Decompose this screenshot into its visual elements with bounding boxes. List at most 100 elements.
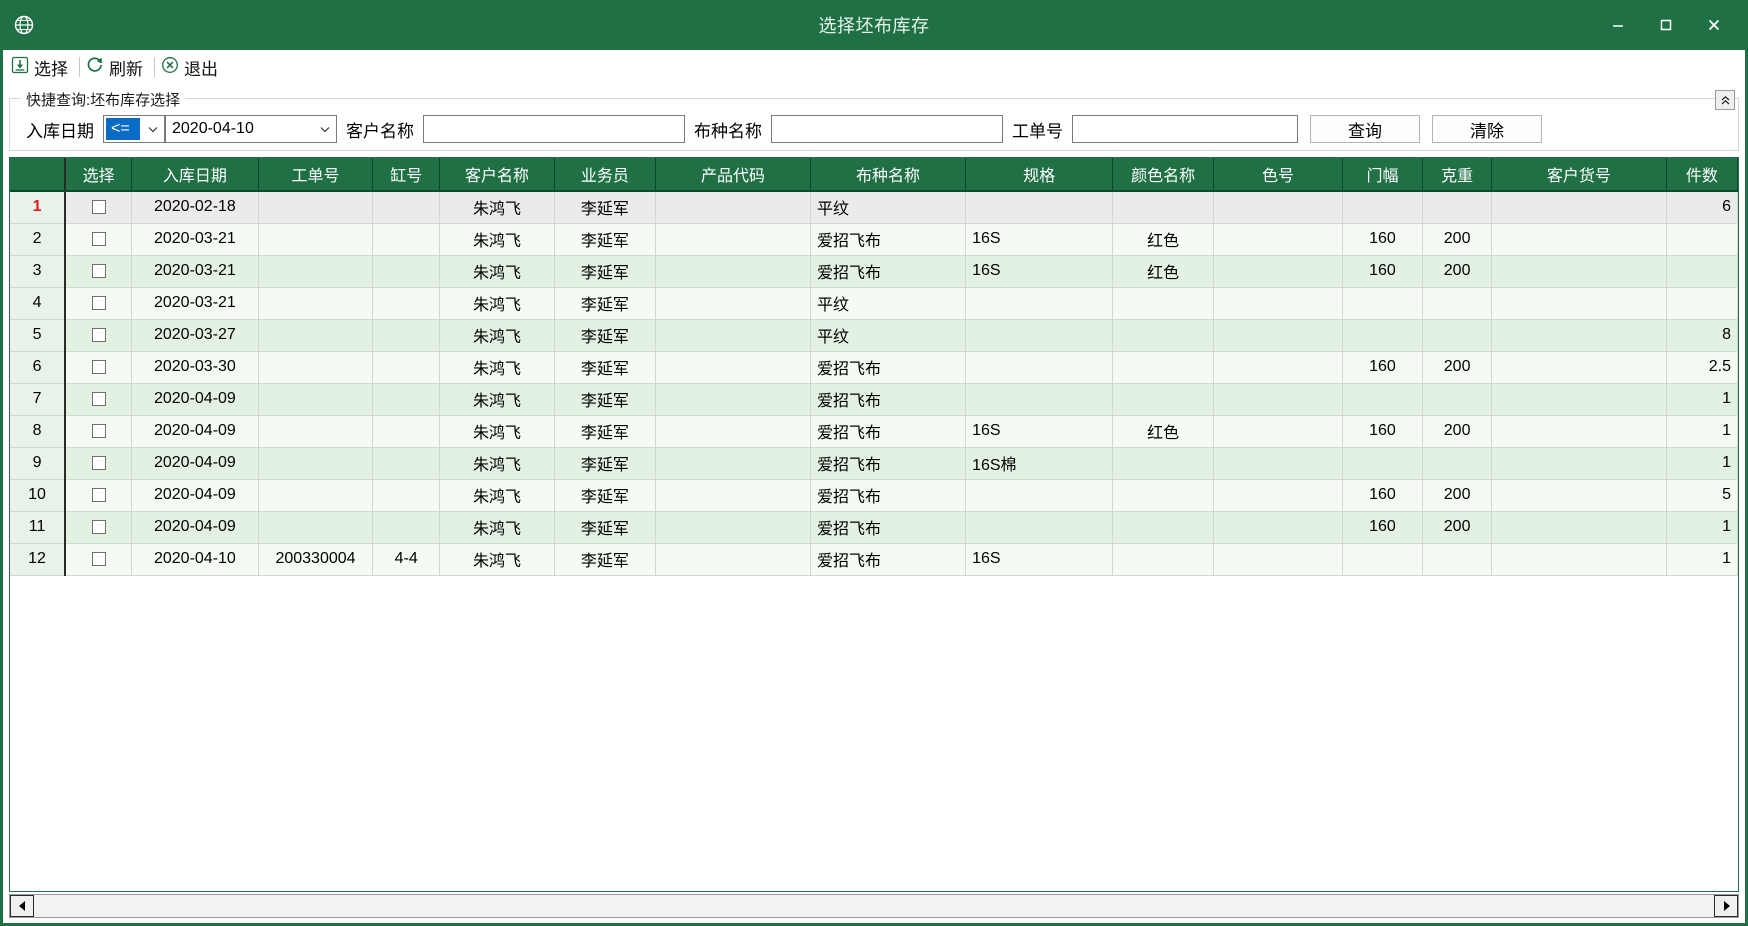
order-number-input[interactable]	[1072, 115, 1298, 143]
row-number-cell[interactable]: 12	[10, 543, 67, 576]
select-checkbox-cell[interactable]	[65, 255, 133, 288]
row-number-cell[interactable]: 7	[10, 383, 67, 416]
table-row[interactable]: 7 2020-04-09 朱鸿飞 李延军 爱招飞布 1	[10, 383, 1738, 416]
row-checkbox[interactable]	[91, 519, 106, 534]
color-no-cell	[1213, 479, 1343, 512]
row-number-cell[interactable]: 9	[10, 447, 67, 480]
customer-name-input[interactable]	[423, 115, 685, 143]
row-checkbox[interactable]	[91, 455, 106, 470]
vat-no-cell	[372, 447, 441, 480]
row-number-cell[interactable]: 3	[10, 255, 67, 288]
table-row[interactable]: 9 2020-04-09 朱鸿飞 李延军 爱招飞布 16S棉 1	[10, 447, 1738, 480]
row-checkbox[interactable]	[91, 263, 106, 278]
column-header-color-name[interactable]: 颜色名称	[1112, 158, 1215, 192]
comparator-select[interactable]: <=	[103, 115, 165, 143]
row-checkbox[interactable]	[91, 423, 106, 438]
salesperson-cell: 李延军	[554, 223, 656, 256]
table-row[interactable]: 3 2020-03-21 朱鸿飞 李延军 爱招飞布 16S 红色 160 200	[10, 255, 1738, 288]
select-checkbox-cell[interactable]	[65, 543, 133, 576]
table-row[interactable]: 1 2020-02-18 朱鸿飞 李延军 平纹 6	[10, 191, 1738, 224]
row-checkbox[interactable]	[91, 391, 106, 406]
product-code-cell	[655, 383, 812, 416]
row-number-cell[interactable]: 10	[10, 479, 67, 512]
column-header-select[interactable]: 选择	[65, 158, 133, 192]
column-header-product-code[interactable]: 产品代码	[655, 158, 812, 192]
column-header-customer-art[interactable]: 客户货号	[1491, 158, 1667, 192]
chevron-down-icon	[142, 126, 164, 133]
select-checkbox-cell[interactable]	[65, 351, 133, 384]
quick-query-panel: 快捷查询:坯布库存选择 入库日期 <= 2020-04-10 客户名称 布种名称…	[9, 89, 1739, 151]
select-checkbox-cell[interactable]	[65, 191, 133, 224]
weight-cell: 200	[1422, 255, 1493, 288]
weight-cell	[1422, 543, 1493, 576]
column-header-date[interactable]: 入库日期	[131, 158, 259, 192]
table-row[interactable]: 5 2020-03-27 朱鸿飞 李延军 平纹 8	[10, 319, 1738, 352]
date-cell: 2020-04-09	[131, 447, 259, 480]
clear-button[interactable]: 清除	[1432, 115, 1542, 143]
select-checkbox-cell[interactable]	[65, 319, 133, 352]
column-header-order-no[interactable]: 工单号	[258, 158, 374, 192]
horizontal-scrollbar[interactable]	[9, 894, 1739, 918]
column-header-fabric[interactable]: 布种名称	[810, 158, 967, 192]
toolbar-select-button[interactable]: 选择	[9, 52, 75, 82]
column-header-vat-no[interactable]: 缸号	[372, 158, 441, 192]
table-row[interactable]: 6 2020-03-30 朱鸿飞 李延军 爱招飞布 160 200 2.5	[10, 351, 1738, 384]
toolbar-exit-button[interactable]: 退出	[159, 52, 225, 82]
row-number-cell[interactable]: 2	[10, 223, 67, 256]
date-cell: 2020-04-09	[131, 511, 259, 544]
search-button[interactable]: 查询	[1310, 115, 1420, 143]
inventory-grid: 选择 入库日期 工单号 缸号 客户名称 业务员 产品代码 布种名称 规格 颜色名…	[9, 157, 1739, 892]
color-name-cell	[1112, 511, 1215, 544]
maximize-button[interactable]	[1642, 0, 1690, 50]
row-checkbox[interactable]	[91, 327, 106, 342]
table-row[interactable]: 10 2020-04-09 朱鸿飞 李延军 爱招飞布 160 200 5	[10, 479, 1738, 512]
select-checkbox-cell[interactable]	[65, 223, 133, 256]
row-checkbox[interactable]	[91, 359, 106, 374]
row-checkbox[interactable]	[91, 231, 106, 246]
select-checkbox-cell[interactable]	[65, 447, 133, 480]
row-number-cell[interactable]: 6	[10, 351, 67, 384]
table-row[interactable]: 4 2020-03-21 朱鸿飞 李延军 平纹	[10, 287, 1738, 320]
salesperson-cell: 李延军	[554, 287, 656, 320]
table-row[interactable]: 11 2020-04-09 朱鸿飞 李延军 爱招飞布 160 200 1	[10, 511, 1738, 544]
column-header-salesperson[interactable]: 业务员	[554, 158, 656, 192]
select-checkbox-cell[interactable]	[65, 287, 133, 320]
scroll-left-arrow-icon[interactable]	[10, 895, 34, 917]
row-checkbox[interactable]	[91, 200, 106, 215]
row-checkbox[interactable]	[91, 551, 106, 566]
select-checkbox-cell[interactable]	[65, 511, 133, 544]
fabric-name-input[interactable]	[771, 115, 1003, 143]
select-checkbox-cell[interactable]	[65, 383, 133, 416]
row-checkbox[interactable]	[91, 295, 106, 310]
row-number-cell[interactable]: 8	[10, 415, 67, 448]
row-number-cell[interactable]: 1	[10, 191, 67, 224]
row-number-cell[interactable]: 4	[10, 287, 67, 320]
storage-date-select[interactable]: 2020-04-10	[165, 115, 337, 143]
table-row[interactable]: 8 2020-04-09 朱鸿飞 李延军 爱招飞布 16S 红色 160 200 1	[10, 415, 1738, 448]
order-no-cell: 200330004	[258, 543, 374, 576]
row-checkbox[interactable]	[91, 487, 106, 502]
column-header-pieces[interactable]: 件数	[1666, 158, 1738, 192]
width-cell: 160	[1342, 223, 1424, 256]
chevron-up-icon[interactable]	[1715, 90, 1735, 110]
select-checkbox-cell[interactable]	[65, 479, 133, 512]
scrollbar-track[interactable]	[34, 895, 1714, 917]
column-header-spec[interactable]: 规格	[965, 158, 1114, 192]
column-header-weight[interactable]: 克重	[1422, 158, 1493, 192]
scroll-right-arrow-icon[interactable]	[1714, 895, 1738, 917]
color-name-cell	[1112, 319, 1215, 352]
toolbar-refresh-button[interactable]: 刷新	[84, 52, 150, 82]
minimize-button[interactable]	[1594, 0, 1642, 50]
toolbar-select-label: 选择	[34, 59, 68, 79]
select-checkbox-cell[interactable]	[65, 415, 133, 448]
column-header-color-no[interactable]: 色号	[1213, 158, 1343, 192]
table-row[interactable]: 12 2020-04-10 200330004 4-4 朱鸿飞 李延军 爱招飞布 16S 1	[10, 543, 1738, 576]
column-header-customer[interactable]: 客户名称	[439, 158, 555, 192]
customer-cell: 朱鸿飞	[439, 319, 555, 352]
table-row[interactable]: 2 2020-03-21 朱鸿飞 李延军 爱招飞布 16S 红色 160 200	[10, 223, 1738, 256]
row-number-cell[interactable]: 11	[10, 511, 67, 544]
comparator-value: <=	[106, 118, 140, 140]
row-number-cell[interactable]: 5	[10, 319, 67, 352]
close-button[interactable]	[1690, 0, 1738, 50]
column-header-width[interactable]: 门幅	[1342, 158, 1424, 192]
